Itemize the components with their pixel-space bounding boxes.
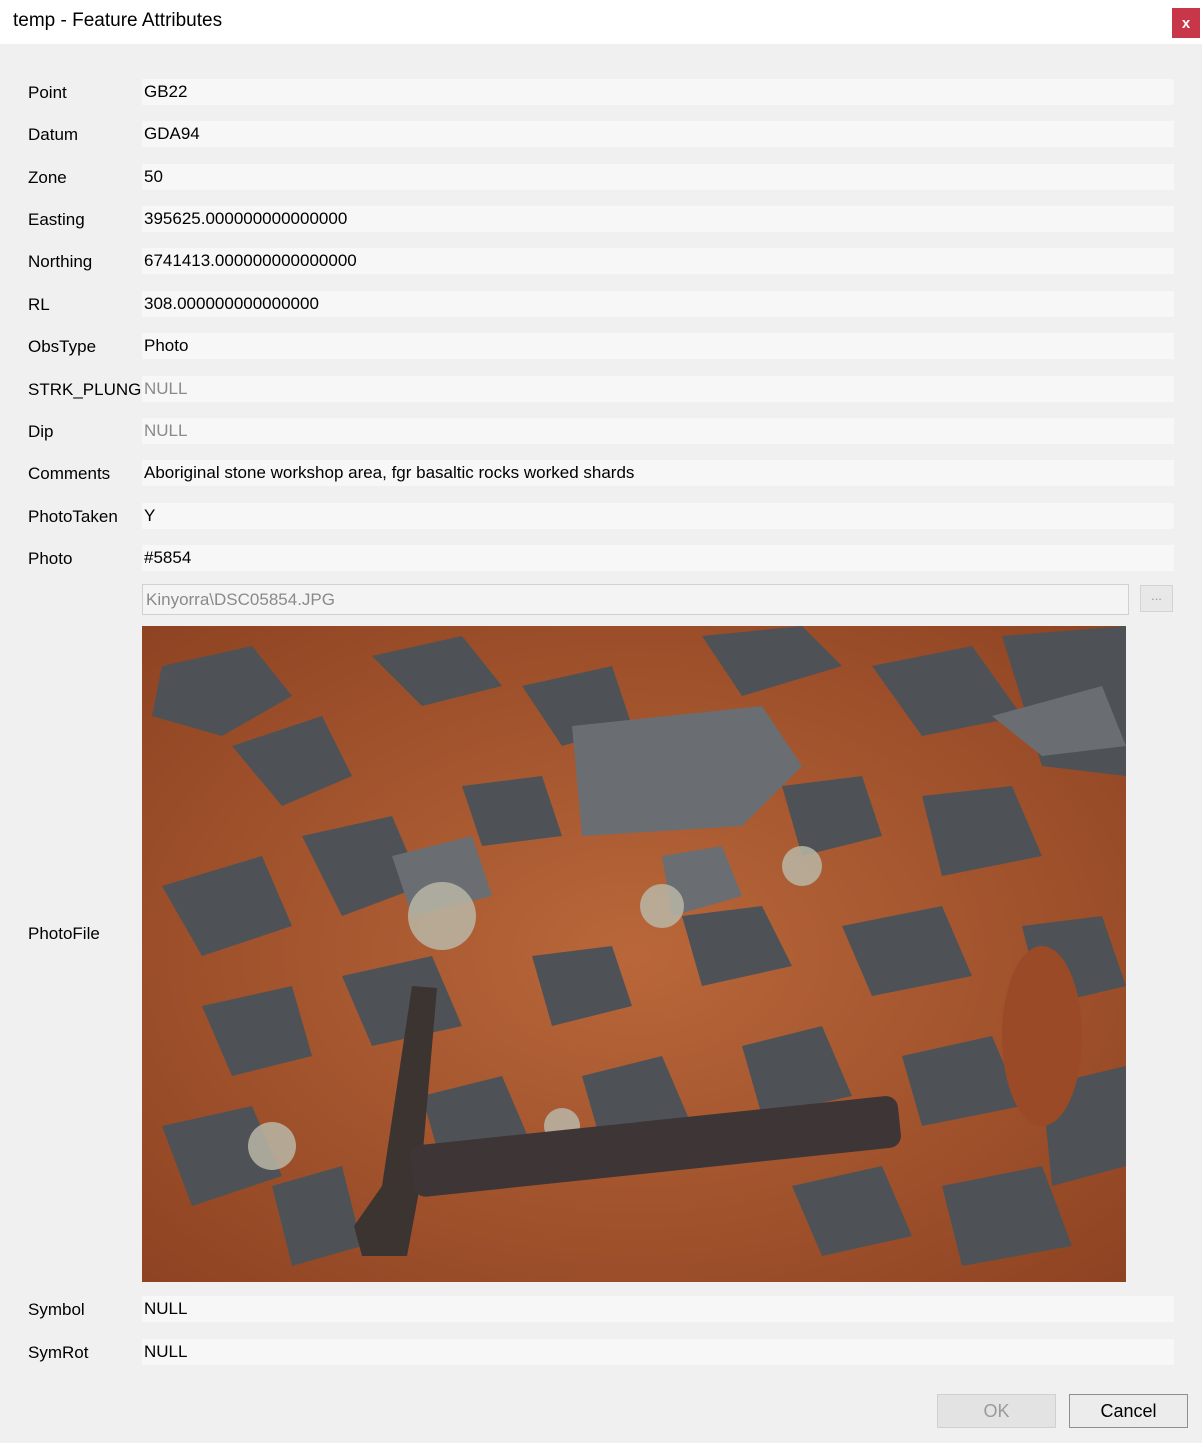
comments-label: Comments <box>28 464 111 483</box>
dip-field[interactable]: NULL <box>142 418 1174 444</box>
photofile-path-input[interactable]: Kinyorra\DSC05854.JPG <box>142 584 1129 615</box>
rl-label: RL <box>28 295 50 314</box>
title-bar: temp - Feature Attributes x <box>0 0 1202 44</box>
symbol-field[interactable]: NULL <box>142 1296 1174 1322</box>
phototaken-label: PhotoTaken <box>28 507 118 526</box>
zone-field[interactable]: 50 <box>142 164 1174 190</box>
close-button[interactable]: x <box>1172 8 1200 38</box>
obstype-label: ObsType <box>28 337 97 356</box>
datum-field[interactable]: GDA94 <box>142 121 1174 147</box>
point-field[interactable]: GB22 <box>142 79 1174 105</box>
cancel-button[interactable]: Cancel <box>1069 1394 1188 1428</box>
easting-field[interactable]: 395625.000000000000000 <box>142 206 1174 232</box>
easting-label: Easting <box>28 210 85 229</box>
point-label: Point <box>28 83 67 102</box>
strk-plung-field[interactable]: NULL <box>142 376 1174 402</box>
close-icon: x <box>1181 14 1191 32</box>
phototaken-field[interactable]: Y <box>142 503 1174 529</box>
obstype-field[interactable]: Photo <box>142 333 1174 359</box>
symbol-label: Symbol <box>28 1300 85 1319</box>
datum-label: Datum <box>28 125 79 144</box>
photo-label: Photo <box>28 549 73 568</box>
ok-button[interactable]: OK <box>937 1394 1056 1428</box>
rl-field[interactable]: 308.000000000000000 <box>142 291 1174 317</box>
photofile-label: PhotoFile <box>28 924 100 943</box>
photo-field[interactable]: #5854 <box>142 545 1174 571</box>
comments-field[interactable]: Aboriginal stone workshop area, fgr basa… <box>142 460 1174 486</box>
symrot-field[interactable]: NULL <box>142 1339 1174 1365</box>
zone-label: Zone <box>28 168 67 187</box>
dip-label: Dip <box>28 422 54 441</box>
window-title: temp - Feature Attributes <box>13 10 223 31</box>
northing-field[interactable]: 6741413.000000000000000 <box>142 248 1174 274</box>
symrot-label: SymRot <box>28 1343 89 1362</box>
strk-plung-label: STRK_PLUNG <box>28 380 142 399</box>
photo-preview-image <box>142 626 1126 1282</box>
northing-label: Northing <box>28 252 93 271</box>
browse-button[interactable]: ... <box>1140 585 1173 612</box>
